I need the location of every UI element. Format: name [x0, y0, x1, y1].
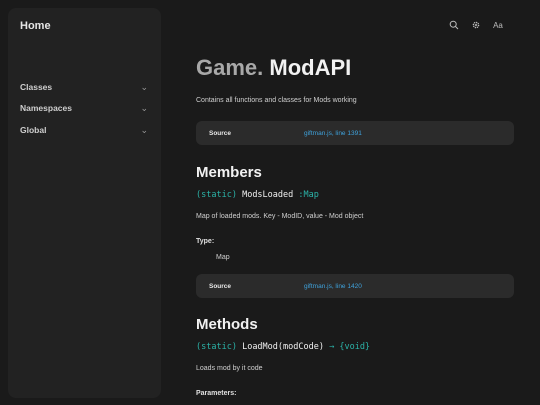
- toolbar: Aa: [448, 19, 504, 31]
- method-description: Loads mod by it code: [196, 365, 263, 372]
- sidebar-item-label: Namespaces: [20, 103, 72, 113]
- chevron-down-icon: ⌄: [140, 81, 148, 92]
- sidebar: Home Classes ⌄ Namespaces ⌄ Global ⌄: [8, 8, 161, 398]
- parameters-label: Parameters:: [196, 390, 237, 397]
- font-size-icon[interactable]: Aa: [492, 19, 504, 31]
- return-type: {void}: [339, 342, 371, 352]
- static-keyword: (static): [196, 342, 237, 352]
- member-description: Map of loaded mods. Key - ModID, value -…: [196, 213, 364, 220]
- members-heading: Members: [196, 164, 262, 181]
- type-label: Type:: [196, 238, 215, 245]
- sidebar-item-namespaces[interactable]: Namespaces ⌄: [20, 101, 148, 115]
- sidebar-item-label: Classes: [20, 82, 53, 92]
- static-keyword: (static): [196, 190, 237, 200]
- sidebar-home-link[interactable]: Home: [20, 20, 51, 32]
- member-signature: (static) ModsLoaded :Map: [196, 190, 319, 200]
- source-link[interactable]: giftman.js, line 1420: [304, 283, 362, 290]
- sidebar-item-global[interactable]: Global ⌄: [20, 123, 148, 137]
- source-box: Source giftman.js, line 1391: [196, 121, 514, 145]
- source-box: Source giftman.js, line 1420: [196, 274, 514, 298]
- chevron-down-icon: ⌄: [140, 124, 148, 135]
- methods-heading: Methods: [196, 316, 258, 333]
- source-link[interactable]: giftman.js, line 1391: [304, 130, 362, 137]
- type-value: Map: [216, 254, 230, 261]
- page-title: Game. ModAPI: [196, 55, 351, 81]
- method-signature: (static) LoadMod(modCode) → {void}: [196, 342, 370, 352]
- source-label: Source: [209, 129, 232, 137]
- method-name: LoadMod(modCode): [242, 342, 324, 352]
- page-description: Contains all functions and classes for M…: [196, 97, 357, 104]
- sidebar-item-label: Global: [20, 125, 47, 135]
- returns-arrow: →: [329, 342, 335, 352]
- sidebar-item-classes[interactable]: Classes ⌄: [20, 80, 148, 94]
- member-type: :Map: [298, 190, 319, 200]
- page-title-namespace: Game.: [196, 55, 264, 80]
- page-title-name: ModAPI: [269, 55, 352, 80]
- source-label: Source: [209, 282, 232, 290]
- member-name: ModsLoaded: [242, 190, 294, 200]
- gear-icon[interactable]: [470, 19, 482, 31]
- search-icon[interactable]: [448, 19, 460, 31]
- chevron-down-icon: ⌄: [140, 102, 148, 113]
